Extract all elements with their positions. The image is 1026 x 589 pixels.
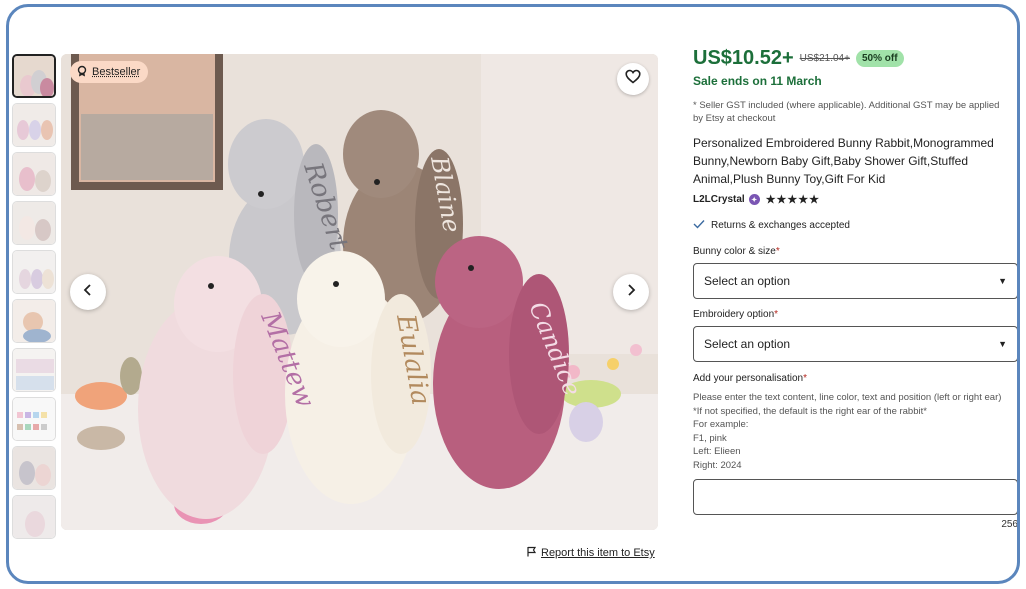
color-size-value: Select an option bbox=[704, 274, 791, 288]
bestseller-label: Bestseller bbox=[92, 66, 141, 78]
returns-label: Returns & exchanges accepted bbox=[711, 220, 850, 231]
heart-icon bbox=[625, 69, 641, 89]
flag-icon bbox=[526, 546, 537, 560]
thumbnail[interactable] bbox=[12, 201, 56, 245]
thumbnail[interactable] bbox=[12, 495, 56, 539]
instruction-line: Right: 2024 bbox=[693, 459, 742, 471]
bestseller-badge: Bestseller bbox=[70, 61, 149, 83]
thumbnail[interactable] bbox=[12, 446, 56, 490]
report-link[interactable]: Report this item to Etsy bbox=[526, 546, 655, 560]
color-size-label: Bunny color & size* bbox=[693, 246, 780, 257]
sale-price: US$10.52+ bbox=[693, 47, 794, 69]
instruction-line: For example: bbox=[693, 419, 749, 431]
shop-row: L2LCrystal ✦ ★★★★★ bbox=[693, 193, 1017, 206]
thumbnail[interactable] bbox=[12, 54, 56, 98]
thumbnail[interactable] bbox=[12, 250, 56, 294]
original-price: US$21.04+ bbox=[799, 53, 850, 64]
chevron-left-icon bbox=[82, 283, 94, 302]
embroidery-select[interactable]: Select an option ▼ bbox=[693, 326, 1017, 362]
star-seller-icon: ✦ bbox=[748, 194, 760, 205]
personalisation-label: Add your personalisation* bbox=[693, 373, 807, 384]
discount-badge: 50% off bbox=[855, 50, 904, 67]
previous-image-button[interactable] bbox=[70, 274, 106, 310]
main-product-image: Robert Blaine Mattew Eulalia Candice Bes… bbox=[61, 54, 658, 530]
award-icon bbox=[76, 65, 88, 80]
character-count: 256 bbox=[1001, 518, 1018, 530]
instruction-line: Left: Elieen bbox=[693, 446, 741, 458]
personalisation-textarea[interactable] bbox=[693, 478, 1017, 515]
thumbnail[interactable] bbox=[12, 152, 56, 196]
gst-note: * Seller GST included (where applicable)… bbox=[693, 100, 1000, 124]
favorite-button[interactable] bbox=[617, 63, 649, 95]
report-label[interactable]: Report this item to Etsy bbox=[541, 547, 655, 559]
bunnies-photo: Robert Blaine Mattew Eulalia Candice bbox=[61, 54, 658, 530]
caret-down-icon: ▼ bbox=[998, 339, 1007, 349]
check-icon bbox=[693, 219, 705, 232]
instruction-line: Please enter the text content, line colo… bbox=[693, 392, 1002, 403]
caret-down-icon: ▼ bbox=[998, 276, 1007, 286]
shop-name[interactable]: L2LCrystal bbox=[693, 194, 745, 205]
thumbnail[interactable] bbox=[12, 397, 56, 441]
personalisation-instructions: Please enter the text content, line colo… bbox=[693, 391, 1017, 473]
rating-stars[interactable]: ★★★★★ bbox=[766, 193, 820, 206]
embroidery-label: Embroidery option* bbox=[693, 309, 779, 320]
product-title: Personalized Embroidered Bunny Rabbit,Mo… bbox=[693, 136, 994, 186]
thumbnail-strip bbox=[12, 54, 58, 544]
instruction-line: F1, pink bbox=[693, 432, 727, 444]
listing-frame: Robert Blaine Mattew Eulalia Candice Bes… bbox=[6, 4, 1020, 584]
listing-details: US$10.52+ US$21.04+ 50% off Sale ends on… bbox=[693, 47, 1018, 530]
chevron-right-icon bbox=[625, 283, 637, 302]
returns-row: Returns & exchanges accepted bbox=[693, 219, 1017, 232]
sale-ends: Sale ends on 11 March bbox=[693, 74, 822, 88]
thumbnail[interactable] bbox=[12, 348, 56, 392]
instruction-line: *If not specified, the default is the ri… bbox=[693, 405, 927, 417]
next-image-button[interactable] bbox=[613, 274, 649, 310]
thumbnail[interactable] bbox=[12, 299, 56, 343]
embroidery-value: Select an option bbox=[704, 337, 791, 351]
price-row: US$10.52+ US$21.04+ 50% off bbox=[693, 47, 1017, 70]
color-size-select[interactable]: Select an option ▼ bbox=[693, 263, 1017, 299]
thumbnail[interactable] bbox=[12, 103, 56, 147]
